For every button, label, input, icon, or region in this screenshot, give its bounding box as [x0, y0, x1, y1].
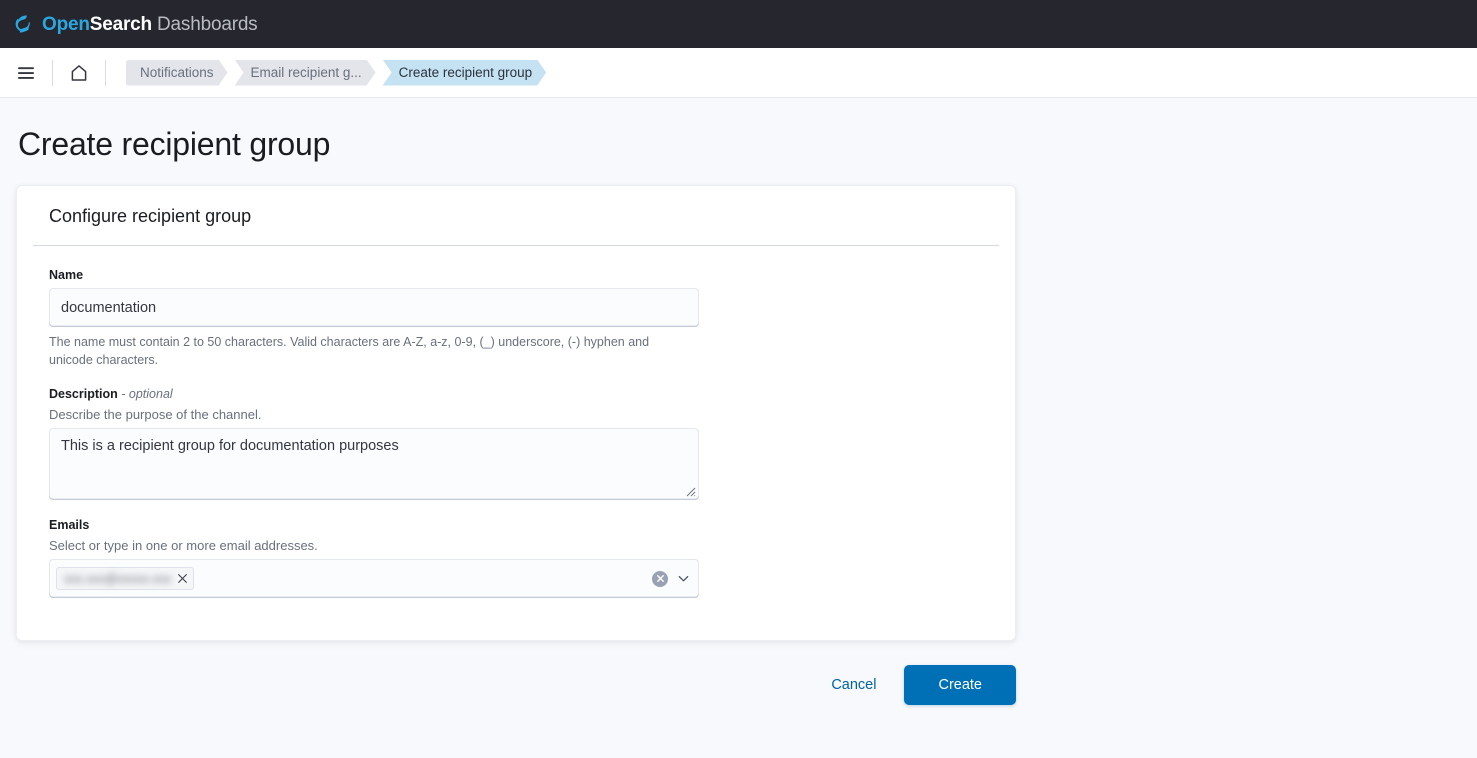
emails-label: Emails — [49, 518, 90, 533]
configure-recipient-group-panel: Configure recipient group Name The name … — [16, 185, 1016, 642]
nav-divider-2 — [105, 59, 106, 86]
emails-field-group: Emails Select or type in one or more ema… — [49, 518, 999, 599]
brand-logo[interactable]: OpenSearch Dashboards — [10, 11, 258, 37]
breadcrumb-item-create-recipient-group[interactable]: Create recipient group — [383, 60, 547, 86]
cancel-button[interactable]: Cancel — [819, 667, 888, 703]
combo-actions — [652, 570, 691, 587]
emails-combo-box[interactable]: xxx.xxx@xxxxx.xxx — [49, 559, 699, 599]
page-title: Create recipient group — [18, 126, 331, 162]
brand-search: Search — [89, 13, 152, 35]
breadcrumb-bar: Notifications Email recipient g... Creat… — [0, 48, 1477, 98]
name-label: Name — [49, 268, 84, 282]
clear-circle-icon[interactable] — [652, 570, 668, 587]
page-body: Create recipient group Configure recipie… — [0, 98, 1477, 758]
description-textarea-wrap — [49, 428, 699, 501]
description-textarea[interactable] — [49, 428, 699, 501]
emails-sublabel: Select or type in one or more email addr… — [49, 538, 318, 554]
description-label: Description - optional — [49, 387, 999, 401]
breadcrumb-item-email-recipient-groups[interactable]: Email recipient g... — [235, 60, 376, 86]
chevron-down-glyph — [678, 576, 688, 582]
name-field-group: Name The name must contain 2 to 50 chara… — [49, 268, 999, 369]
description-sublabel: Describe the purpose of the channel. — [49, 407, 262, 423]
clear-x-icon — [656, 575, 664, 583]
opensearch-logo-icon — [15, 15, 31, 33]
description-field-group: Description - optional Describe the purp… — [49, 387, 999, 501]
hamburger-menu-icon — [18, 66, 34, 79]
email-pill-text: xxx.xxx@xxxxx.xxx — [64, 571, 172, 586]
chevron-down-icon[interactable] — [675, 571, 691, 587]
name-input[interactable] — [49, 288, 699, 327]
hamburger-menu-button[interactable] — [10, 57, 42, 89]
description-label-text: Description — [49, 387, 118, 402]
panel-divider — [33, 245, 999, 246]
email-pill[interactable]: xxx.xxx@xxxxx.xxx — [56, 567, 195, 591]
home-icon — [71, 64, 87, 81]
close-icon[interactable] — [177, 573, 188, 584]
brand-title: OpenSearch Dashboards — [42, 13, 258, 35]
panel-content: Name The name must contain 2 to 50 chara… — [33, 268, 999, 599]
home-button[interactable] — [63, 57, 95, 89]
brand-dashboards: Dashboards — [151, 13, 258, 35]
create-button[interactable]: Create — [904, 665, 1016, 706]
nav-divider — [52, 59, 53, 86]
description-optional-tag: - optional — [121, 387, 173, 402]
panel-title: Configure recipient group — [49, 206, 252, 226]
brand-open: Open — [42, 13, 90, 35]
app-header: OpenSearch Dashboards — [0, 0, 1477, 48]
name-help-text: The name must contain 2 to 50 characters… — [49, 335, 650, 368]
breadcrumb-item-notifications[interactable]: Notifications — [126, 60, 228, 86]
breadcrumb: Notifications Email recipient g... Creat… — [126, 60, 553, 86]
form-actions: Cancel Create — [16, 641, 1016, 706]
